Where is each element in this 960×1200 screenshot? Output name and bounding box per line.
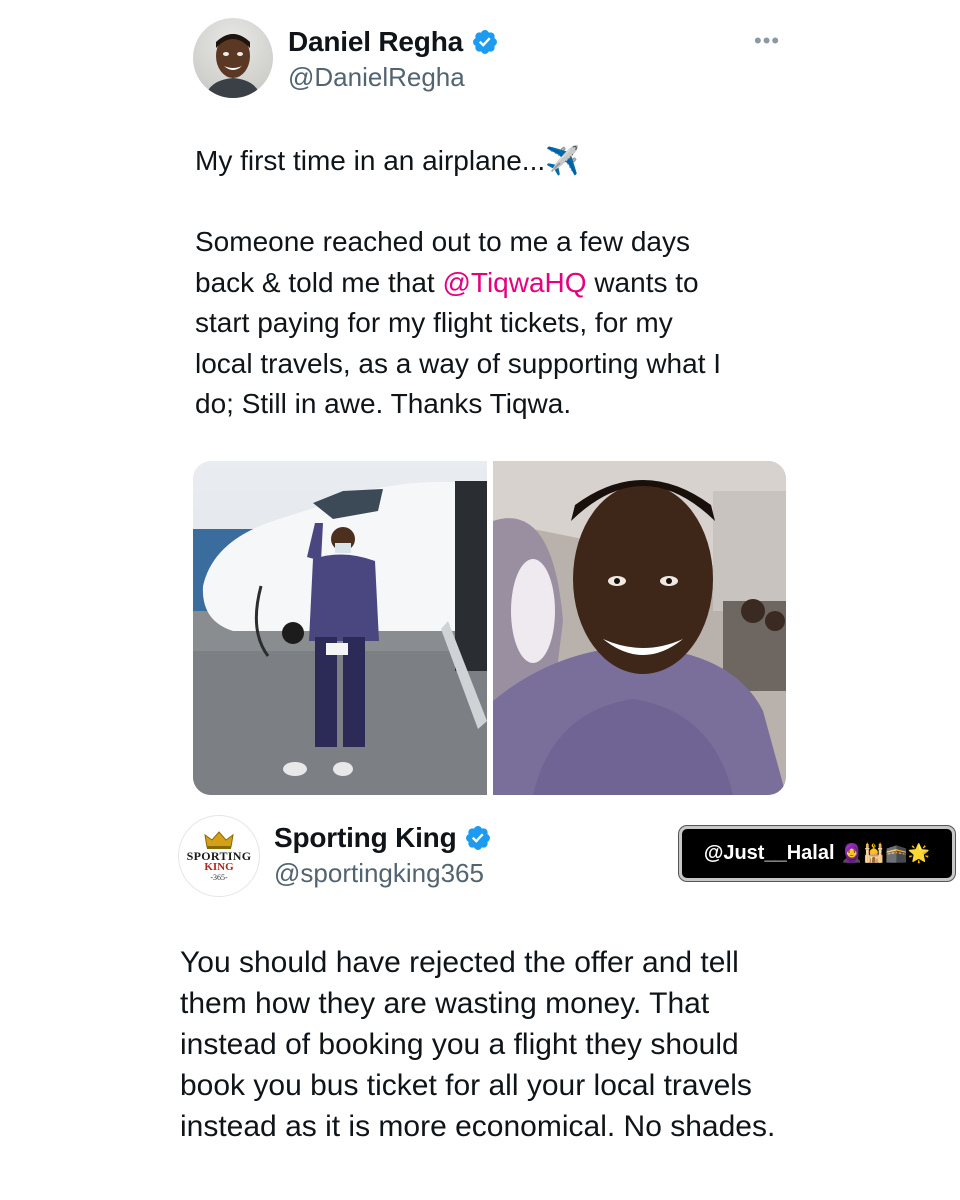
author-name-row[interactable]: Daniel Regha: [288, 26, 499, 58]
photo-cabin-selfie[interactable]: [492, 461, 787, 795]
watermark-text: @Just__Halal: [703, 842, 835, 864]
author-display-name[interactable]: Daniel Regha: [288, 26, 463, 58]
reply-tweet-text: You should have rejected the offer and t…: [180, 946, 776, 1143]
tweet-text-body: Someone reached out to me a few days bac…: [195, 222, 795, 425]
watermark-badge: @Just__Halal 🧕🕌🕋🌟: [679, 826, 955, 881]
avatar-sporting-king[interactable]: SPORTING KING -365-: [178, 815, 260, 897]
verified-badge-icon: [466, 826, 491, 850]
profile-photo: [205, 34, 261, 98]
photo-airplane-stairs-image: [193, 461, 487, 795]
logo-text-king: KING: [204, 861, 234, 873]
verified-badge-icon: [473, 30, 497, 54]
watermark-emojis: 🧕🕌🕋🌟: [840, 843, 931, 863]
photo-airplane-stairs[interactable]: [193, 461, 487, 795]
media-grid: [193, 461, 786, 795]
mention-link[interactable]: @TiqwaHQ: [442, 267, 586, 298]
crown-icon: [204, 831, 234, 849]
photo-cabin-selfie-image: [492, 461, 786, 795]
author-handle[interactable]: @DanielRegha: [288, 62, 465, 93]
more-options-button[interactable]: •••: [754, 28, 780, 54]
reply-author-name-row[interactable]: Sporting King: [274, 822, 492, 854]
tweet-text-line1: My first time in an airplane...✈️: [195, 145, 580, 176]
avatar-daniel-regha[interactable]: [193, 18, 273, 98]
reply-author-handle[interactable]: @sportingking365: [274, 858, 484, 889]
reply-author-display-name[interactable]: Sporting King: [274, 822, 457, 854]
logo-text-365: -365-: [210, 873, 228, 882]
